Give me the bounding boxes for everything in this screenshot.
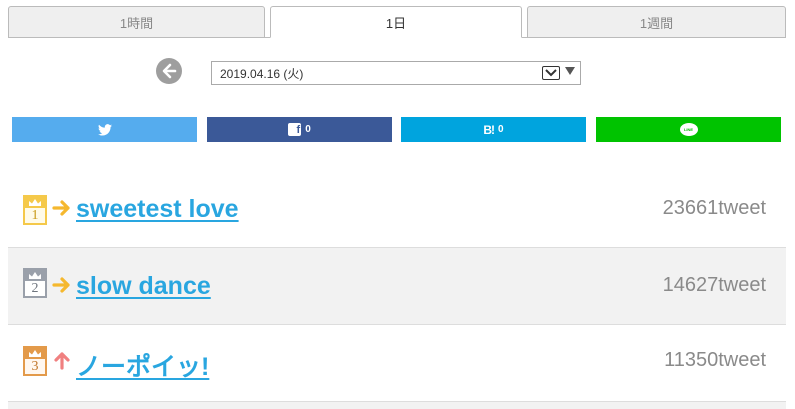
- trend-flat-arrow-icon: [52, 277, 70, 293]
- date-select-value: 2019.04.16 (火): [220, 66, 304, 81]
- ranking-title-link[interactable]: ノーポイッ!: [76, 347, 209, 383]
- hatena-share-count: 0: [498, 124, 504, 135]
- rank-number: 1: [23, 206, 47, 225]
- arrow-left-icon: [162, 63, 177, 79]
- hatena-bookmark-button[interactable]: B! 0: [401, 117, 586, 142]
- tab-1-day[interactable]: 1日: [270, 6, 522, 38]
- ranking-title-link[interactable]: slow dance: [76, 272, 211, 301]
- tab-1-hour[interactable]: 1時間: [8, 6, 265, 38]
- rank-badge-gold: 1: [23, 195, 47, 227]
- crown-icon: [23, 195, 47, 206]
- crown-icon: [23, 268, 47, 279]
- ranking-row: 3 ノーポイッ! 11350tweet: [8, 324, 786, 401]
- rank-number: 2: [23, 279, 47, 298]
- period-tabs: 1時間 1日 1週間: [8, 6, 786, 38]
- ranking-row: 1 sweetest love 23661tweet: [8, 170, 786, 247]
- rank-number: 3: [23, 357, 47, 376]
- line-icon: LINE: [679, 123, 698, 136]
- facebook-share-count: 0: [305, 124, 311, 135]
- twitter-bird-icon: [97, 123, 112, 136]
- rank-badge-bronze: 3: [23, 346, 47, 378]
- facebook-icon: f: [288, 123, 302, 136]
- ranking-row: 2 slow dance 14627tweet: [8, 247, 786, 324]
- trend-up-arrow-icon: [54, 352, 70, 370]
- twitter-share-button[interactable]: [12, 117, 197, 142]
- tweet-count: 14627tweet: [662, 274, 766, 296]
- facebook-share-button[interactable]: f 0: [207, 117, 392, 142]
- tweet-count: 11350tweet: [664, 349, 766, 371]
- dropdown-toggle-icon: [542, 66, 560, 80]
- date-select[interactable]: 2019.04.16 (火): [211, 61, 581, 85]
- ranking-title-link[interactable]: sweetest love: [76, 195, 239, 224]
- tab-1-week[interactable]: 1週間: [527, 6, 786, 38]
- rank-badge-silver: 2: [23, 268, 47, 300]
- previous-date-button[interactable]: [156, 58, 182, 84]
- ranking-row-next: [8, 401, 786, 409]
- caret-down-icon: [565, 67, 575, 75]
- line-share-button[interactable]: LINE: [596, 117, 781, 142]
- hatena-bookmark-icon: B!: [483, 122, 495, 137]
- tweet-count: 23661tweet: [662, 197, 766, 219]
- crown-icon: [23, 346, 47, 357]
- trend-flat-arrow-icon: [52, 200, 70, 216]
